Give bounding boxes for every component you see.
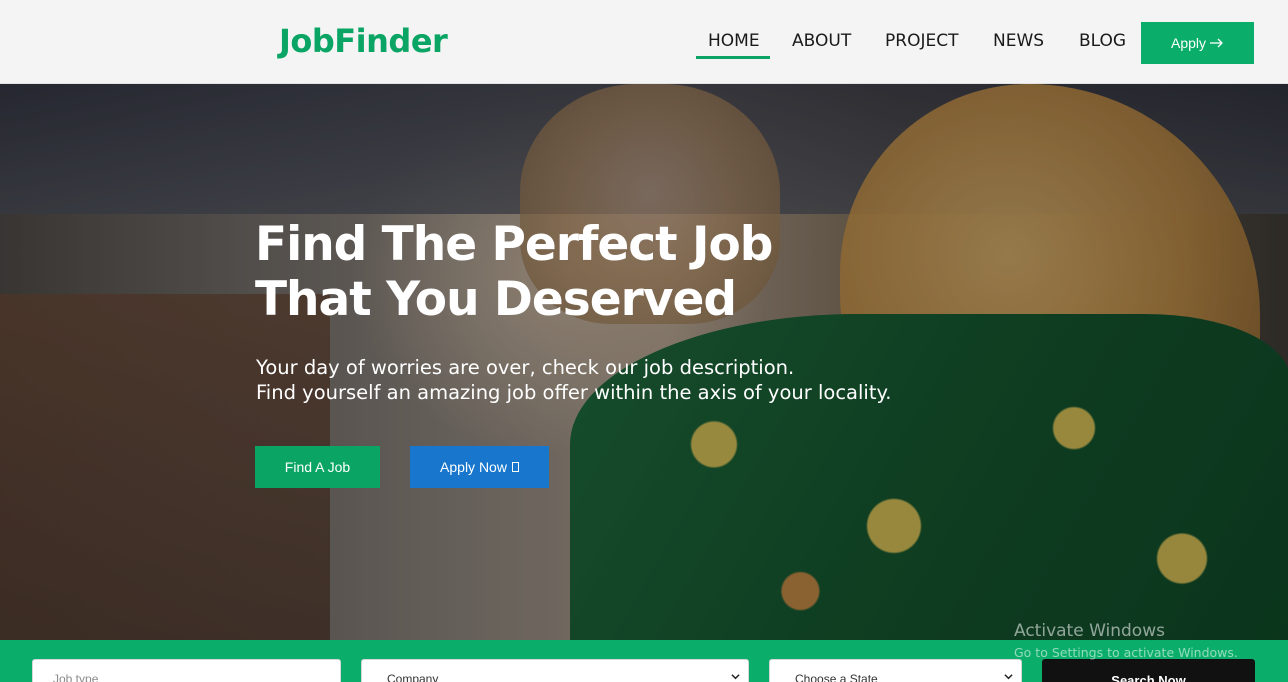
chevron-down-icon: [1004, 674, 1013, 680]
nav-item-about[interactable]: ABOUT: [792, 31, 851, 51]
hero-title-line-1: Find The Perfect Job: [255, 217, 773, 272]
box-glyph-icon: [511, 462, 519, 472]
find-a-job-label: Find A Job: [284, 459, 351, 475]
apply-button-label: Apply: [1170, 35, 1207, 51]
arrow-right-icon: [1210, 38, 1223, 48]
nav-item-home[interactable]: HOME: [708, 31, 760, 51]
activate-windows-title: Activate Windows: [1014, 621, 1165, 641]
search-now-button[interactable]: Search Now: [1042, 659, 1255, 682]
brand-logo[interactable]: JobFinder: [279, 22, 448, 60]
company-select[interactable]: Company: [361, 659, 749, 682]
job-type-input[interactable]: Job type: [32, 659, 341, 682]
hero-title: Find The Perfect Job That You Deserved: [255, 217, 875, 327]
nav-active-underline: [696, 56, 770, 59]
hero-section: Find The Perfect Job That You Deserved Y…: [0, 84, 1288, 640]
hero-subtitle-line-2: Find yourself an amazing job offer withi…: [256, 381, 892, 404]
job-type-placeholder: Job type: [53, 672, 99, 682]
nav-item-project[interactable]: PROJECT: [885, 31, 958, 51]
navbar: JobFinder HOME ABOUT PROJECT NEWS BLOG A…: [0, 0, 1288, 84]
apply-now-button[interactable]: Apply Now: [410, 446, 549, 488]
activate-windows-subtitle: Go to Settings to activate Windows.: [1014, 645, 1238, 660]
hero-subtitle: Your day of worries are over, check our …: [256, 355, 976, 405]
hero-subtitle-line-1: Your day of worries are over, check our …: [256, 356, 795, 379]
search-now-label: Search Now: [1111, 672, 1186, 682]
state-select-value: Choose a State: [795, 672, 878, 682]
hero-title-line-2: That You Deserved: [255, 272, 737, 327]
find-a-job-button[interactable]: Find A Job: [255, 446, 380, 488]
apply-button[interactable]: Apply: [1141, 22, 1254, 64]
state-select[interactable]: Choose a State: [769, 659, 1022, 682]
company-select-value: Company: [387, 672, 439, 682]
chevron-down-icon: [731, 674, 740, 680]
nav-item-blog[interactable]: BLOG: [1079, 31, 1126, 51]
nav-item-news[interactable]: NEWS: [993, 31, 1044, 51]
apply-now-label: Apply Now: [440, 459, 507, 475]
